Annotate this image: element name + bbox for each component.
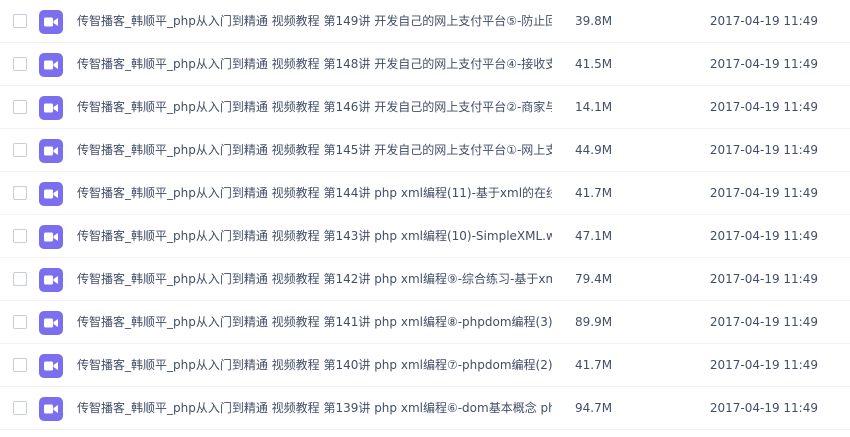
- file-row[interactable]: 传智播客_韩顺平_php从入门到精通 视频教程 第149讲 开发自己的网上支付平…: [0, 0, 850, 43]
- file-row[interactable]: 传智播客_韩顺平_php从入门到精通 视频教程 第148讲 开发自己的网上支付平…: [0, 43, 850, 86]
- file-modified-date: 2017-04-19 11:49: [709, 358, 818, 372]
- video-file-icon: [39, 268, 63, 292]
- row-checkbox[interactable]: [13, 358, 27, 372]
- file-name[interactable]: 传智播客_韩顺平_php从入门到精通 视频教程 第142讲 php xml编程⑨…: [77, 258, 552, 300]
- file-row[interactable]: 传智播客_韩顺平_php从入门到精通 视频教程 第139讲 php xml编程⑥…: [0, 387, 850, 430]
- row-checkbox[interactable]: [13, 272, 27, 286]
- file-size: 44.9M: [575, 143, 613, 157]
- file-name[interactable]: 传智播客_韩顺平_php从入门到精通 视频教程 第145讲 开发自己的网上支付平…: [77, 129, 552, 171]
- video-file-icon: [39, 10, 63, 34]
- file-size: 14.1M: [575, 100, 613, 114]
- file-modified-date: 2017-04-19 11:49: [709, 401, 818, 415]
- file-name[interactable]: 传智播客_韩顺平_php从入门到精通 视频教程 第149讲 开发自己的网上支付平…: [77, 0, 552, 42]
- file-modified-date: 2017-04-19 11:49: [709, 100, 818, 114]
- video-file-icon: [39, 182, 63, 206]
- video-file-icon: [39, 96, 63, 120]
- video-file-icon: [39, 354, 63, 378]
- file-size: 41.7M: [575, 358, 613, 372]
- file-name[interactable]: 传智播客_韩顺平_php从入门到精通 视频教程 第143讲 php xml编程(…: [77, 215, 552, 257]
- row-checkbox[interactable]: [13, 14, 27, 28]
- file-modified-date: 2017-04-19 11:49: [709, 186, 818, 200]
- video-file-icon: [39, 139, 63, 163]
- file-modified-date: 2017-04-19 11:49: [709, 315, 818, 329]
- file-row[interactable]: 传智播客_韩顺平_php从入门到精通 视频教程 第142讲 php xml编程⑨…: [0, 258, 850, 301]
- file-size: 89.9M: [575, 315, 613, 329]
- file-row[interactable]: 传智播客_韩顺平_php从入门到精通 视频教程 第145讲 开发自己的网上支付平…: [0, 129, 850, 172]
- file-name[interactable]: 传智播客_韩顺平_php从入门到精通 视频教程 第144讲 php xml编程(…: [77, 172, 552, 214]
- file-name[interactable]: 传智播客_韩顺平_php从入门到精通 视频教程 第140讲 php xml编程⑦…: [77, 344, 552, 386]
- file-modified-date: 2017-04-19 11:49: [709, 143, 818, 157]
- row-checkbox[interactable]: [13, 186, 27, 200]
- file-size: 41.5M: [575, 57, 613, 71]
- file-name[interactable]: 传智播客_韩顺平_php从入门到精通 视频教程 第146讲 开发自己的网上支付平…: [77, 86, 552, 128]
- row-checkbox[interactable]: [13, 143, 27, 157]
- video-file-icon: [39, 311, 63, 335]
- file-name[interactable]: 传智播客_韩顺平_php从入门到精通 视频教程 第148讲 开发自己的网上支付平…: [77, 43, 552, 85]
- video-file-icon: [39, 53, 63, 77]
- file-size: 94.7M: [575, 401, 613, 415]
- file-size: 39.8M: [575, 14, 613, 28]
- file-modified-date: 2017-04-19 11:49: [709, 229, 818, 243]
- file-row[interactable]: 传智播客_韩顺平_php从入门到精通 视频教程 第143讲 php xml编程(…: [0, 215, 850, 258]
- file-row[interactable]: 传智播客_韩顺平_php从入门到精通 视频教程 第146讲 开发自己的网上支付平…: [0, 86, 850, 129]
- row-checkbox[interactable]: [13, 57, 27, 71]
- video-file-icon: [39, 397, 63, 421]
- file-size: 79.4M: [575, 272, 613, 286]
- file-modified-date: 2017-04-19 11:49: [709, 57, 818, 71]
- file-modified-date: 2017-04-19 11:49: [709, 14, 818, 28]
- file-name[interactable]: 传智播客_韩顺平_php从入门到精通 视频教程 第141讲 php xml编程⑧…: [77, 301, 552, 343]
- file-name[interactable]: 传智播客_韩顺平_php从入门到精通 视频教程 第139讲 php xml编程⑥…: [77, 387, 552, 429]
- file-modified-date: 2017-04-19 11:49: [709, 272, 818, 286]
- file-row[interactable]: 传智播客_韩顺平_php从入门到精通 视频教程 第140讲 php xml编程⑦…: [0, 344, 850, 387]
- row-checkbox[interactable]: [13, 401, 27, 415]
- row-checkbox[interactable]: [13, 100, 27, 114]
- file-size: 41.7M: [575, 186, 613, 200]
- file-list: 传智播客_韩顺平_php从入门到精通 视频教程 第149讲 开发自己的网上支付平…: [0, 0, 850, 437]
- row-checkbox[interactable]: [13, 315, 27, 329]
- file-row[interactable]: 传智播客_韩顺平_php从入门到精通 视频教程 第141讲 php xml编程⑧…: [0, 301, 850, 344]
- file-size: 47.1M: [575, 229, 613, 243]
- row-checkbox[interactable]: [13, 229, 27, 243]
- file-row[interactable]: 传智播客_韩顺平_php从入门到精通 视频教程 第144讲 php xml编程(…: [0, 172, 850, 215]
- video-file-icon: [39, 225, 63, 249]
